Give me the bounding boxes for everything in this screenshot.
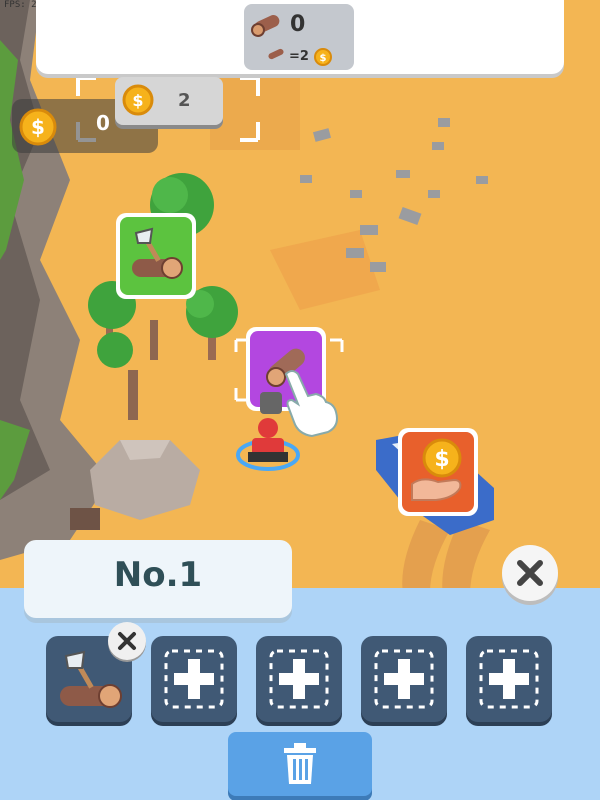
axe-log-icon xyxy=(132,227,183,279)
svg-text:$: $ xyxy=(434,447,449,472)
plus-icon xyxy=(269,649,329,709)
svg-text:$: $ xyxy=(320,53,327,64)
trash-icon xyxy=(284,743,316,784)
slot-5[interactable] xyxy=(466,636,552,722)
plot-purchase-card[interactable]: $ xyxy=(115,77,223,125)
remove-slot-button[interactable] xyxy=(108,622,146,660)
slot-2[interactable] xyxy=(151,636,237,722)
coin-icon: $ xyxy=(314,48,332,66)
svg-text:$: $ xyxy=(31,115,45,139)
plus-icon xyxy=(374,649,434,709)
axe-log-icon xyxy=(60,650,122,708)
slot-3[interactable] xyxy=(256,636,342,722)
delete-button[interactable] xyxy=(228,732,372,796)
coin-icon: $ xyxy=(19,108,57,146)
small-log-icon xyxy=(268,48,284,60)
plus-icon xyxy=(479,649,539,709)
coin-icon: $ xyxy=(122,84,154,116)
log-icon xyxy=(251,15,280,37)
coin-count: 0 xyxy=(96,111,110,135)
close-button[interactable] xyxy=(502,545,558,601)
tutorial-hand-pointer-icon xyxy=(284,370,338,438)
sell-station-button[interactable]: $ xyxy=(398,428,478,516)
slot-4[interactable] xyxy=(361,636,447,722)
plus-icon xyxy=(164,649,224,709)
station-mini-icon xyxy=(260,392,282,414)
lumber-station-button[interactable] xyxy=(116,213,196,299)
close-icon xyxy=(118,632,136,650)
coin-hand-icon: $ xyxy=(411,438,462,501)
svg-text:$: $ xyxy=(132,91,143,110)
wood-count: 0 xyxy=(290,12,306,37)
station-name: No.1 xyxy=(113,555,203,595)
close-icon xyxy=(517,560,543,586)
wood-price-rate: =2 xyxy=(289,49,309,64)
plot-cost: 2 xyxy=(178,90,191,111)
